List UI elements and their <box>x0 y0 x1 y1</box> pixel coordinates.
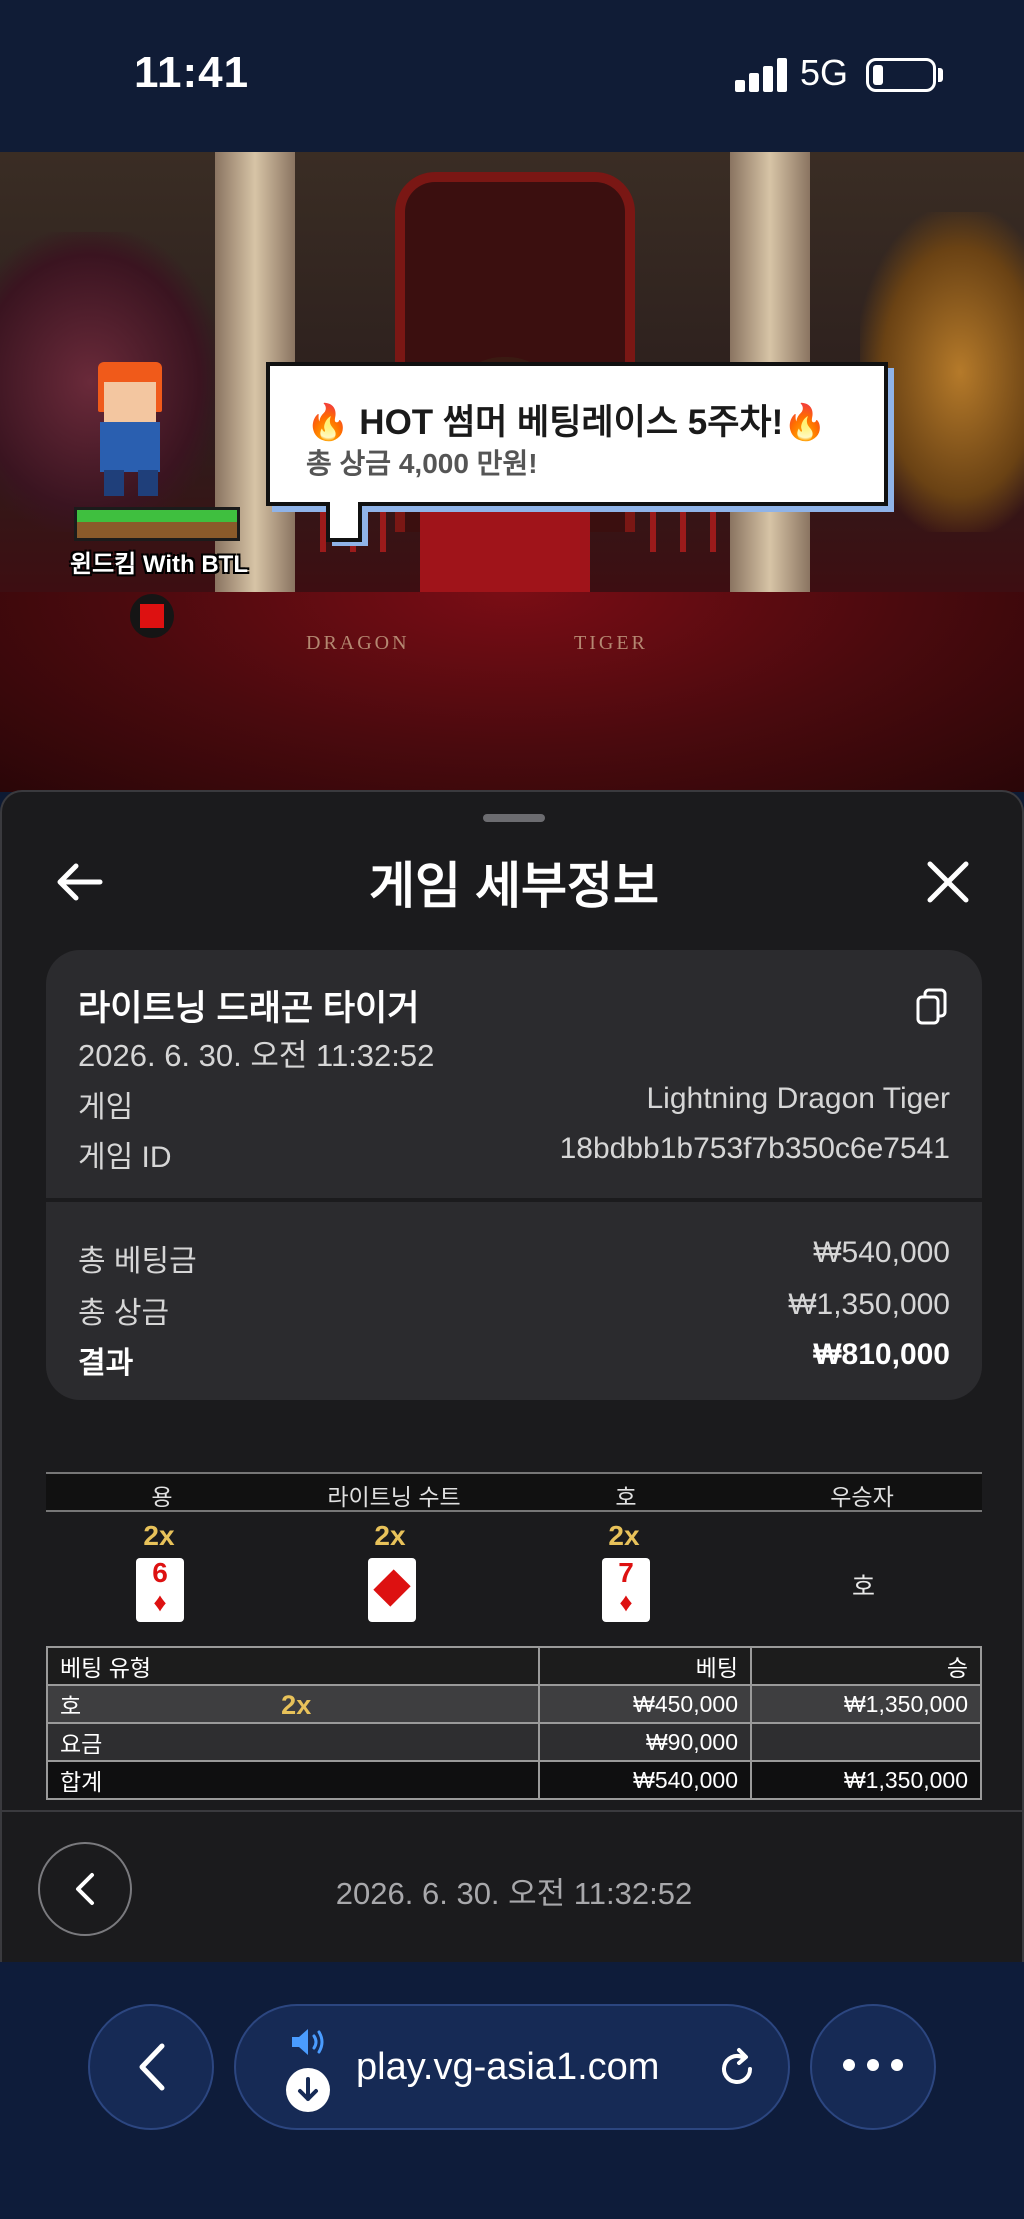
info-label-game: 게임 <box>78 1091 134 1124</box>
lightning-suit-diamond-icon <box>368 1558 416 1622</box>
divider <box>2 1810 1024 1812</box>
info-value-game: Lightning Dragon Tiger <box>646 1082 950 1115</box>
total-bet-value: ₩540,000 <box>813 1236 950 1269</box>
sheet-title: 게임 세부정보 <box>369 858 659 914</box>
round-result-header: 용 라이트닝 수트 호 우승자 <box>46 1472 982 1512</box>
game-name: 라이트닝 드래곤 타이거 <box>78 989 420 1028</box>
info-value-game-id: 18bdbb1b753f7b350c6e7541 <box>559 1132 950 1165</box>
status-bar: 11:41 5G <box>0 0 1024 152</box>
tiger-card-rank: 7 <box>618 1557 634 1588</box>
more-icon <box>837 2058 909 2076</box>
address-bar[interactable]: play.vg-asia1.com <box>234 2004 790 2130</box>
result-label: 결과 <box>78 1347 134 1380</box>
round-datetime: 2026. 6. 30. 오전 11:32:52 <box>335 1876 693 1911</box>
network-label: 5G <box>800 52 849 93</box>
col-bet: 베팅 <box>538 1646 752 1686</box>
signal-icon <box>735 58 787 92</box>
promo-banner[interactable]: 🔥 HOT 썸머 베팅레이스 5주차!🔥 총 상금 4,000 만원! <box>266 362 888 506</box>
download-icon[interactable] <box>286 2068 330 2112</box>
header-tiger: 호 <box>615 1484 637 1510</box>
speaker-icon[interactable] <box>288 2026 328 2058</box>
table-row: 요금 ₩90,000 <box>46 1722 982 1762</box>
close-icon[interactable] <box>916 850 980 914</box>
battery-tip <box>938 68 943 82</box>
bet-type: 합계 <box>46 1760 540 1800</box>
win-amount: ₩1,350,000 <box>750 1684 982 1724</box>
win-amount: ₩1,350,000 <box>750 1760 982 1800</box>
table-label-tiger: TIGER <box>574 632 648 654</box>
promo-bubble-tail <box>326 502 362 542</box>
win-amount <box>750 1722 982 1762</box>
browser-toolbar: play.vg-asia1.com <box>0 1962 1024 2219</box>
promo-subtitle: 총 상금 4,000 만원! <box>306 448 538 479</box>
url-text: play.vg-asia1.com <box>356 2046 660 2088</box>
reload-icon[interactable] <box>712 2044 762 2094</box>
live-video-stream[interactable]: DRAGON TIGER 윈드킴 With BTL 🔥 HOT 썸머 베팅레이스… <box>0 152 1024 792</box>
lightning-suit-multiplier: 2x <box>374 1520 406 1551</box>
bet-amount: ₩540,000 <box>538 1760 752 1800</box>
game-datetime: 2026. 6. 30. 오전 11:32:52 <box>78 1038 435 1073</box>
dragon-card-rank: 6 <box>152 1557 168 1588</box>
table-label-dragon: DRAGON <box>306 632 410 654</box>
bet-type: 호 <box>60 1693 82 1719</box>
tiger-multiplier: 2x <box>608 1520 640 1551</box>
table-row: 호 2x ₩450,000 ₩1,350,000 <box>46 1684 982 1724</box>
header-lightning-suit: 라이트닝 수트 <box>327 1484 461 1510</box>
header-dragon: 용 <box>151 1484 173 1510</box>
promo-title: 🔥 HOT 썸머 베팅레이스 5주차!🔥 <box>306 403 827 442</box>
diamond-suit-icon: ♦ <box>619 1587 633 1617</box>
red-badge-icon <box>130 594 174 638</box>
browser-back-button[interactable] <box>88 2004 214 2130</box>
bet-amount: ₩90,000 <box>538 1722 752 1762</box>
game-details-sheet: 게임 세부정보 라이트닝 드래곤 타이거 2026. 6. 30. 오전 11:… <box>0 790 1024 1962</box>
battery-icon <box>866 58 936 92</box>
info-label-game-id: 게임 ID <box>78 1141 172 1174</box>
dragon-card: 6 ♦ <box>136 1558 184 1622</box>
status-time: 11:41 <box>134 48 250 97</box>
winner-value: 호 <box>852 1573 876 1601</box>
game-info-card: 라이트닝 드래곤 타이거 2026. 6. 30. 오전 11:32:52 게임… <box>46 950 982 1198</box>
diamond-suit-icon: ♦ <box>153 1587 167 1617</box>
bet-type-cell: 호 2x <box>46 1684 540 1724</box>
table-row: 합계 ₩540,000 ₩1,350,000 <box>46 1760 982 1800</box>
tiger-card: 7 ♦ <box>602 1558 650 1622</box>
total-prize-value: ₩1,350,000 <box>788 1288 950 1321</box>
total-bet-label: 총 베팅금 <box>78 1245 197 1278</box>
bet-multiplier: 2x <box>281 1690 312 1720</box>
copy-icon[interactable] <box>912 986 952 1026</box>
chevron-left-icon <box>139 2043 165 2091</box>
totals-card: 총 베팅금 ₩540,000 총 상금 ₩1,350,000 결과 ₩810,0… <box>46 1202 982 1400</box>
bet-table: 베팅 유형 베팅 승 호 2x ₩450,000 ₩1,350,000 요금 ₩9… <box>46 1646 982 1800</box>
bet-amount: ₩450,000 <box>538 1684 752 1724</box>
more-options-button[interactable] <box>810 2004 936 2130</box>
drag-handle[interactable] <box>483 814 545 822</box>
pixel-ground-block <box>74 507 240 541</box>
col-bet-type: 베팅 유형 <box>46 1646 540 1686</box>
total-prize-label: 총 상금 <box>78 1297 170 1330</box>
mascot-name: 윈드킴 With BTL <box>70 551 248 578</box>
result-value: ₩810,000 <box>813 1338 950 1371</box>
header-winner: 우승자 <box>830 1484 894 1510</box>
dragon-multiplier: 2x <box>143 1520 175 1551</box>
bet-table-header: 베팅 유형 베팅 승 <box>46 1646 982 1686</box>
col-win: 승 <box>750 1646 982 1686</box>
bet-type: 요금 <box>46 1722 540 1762</box>
